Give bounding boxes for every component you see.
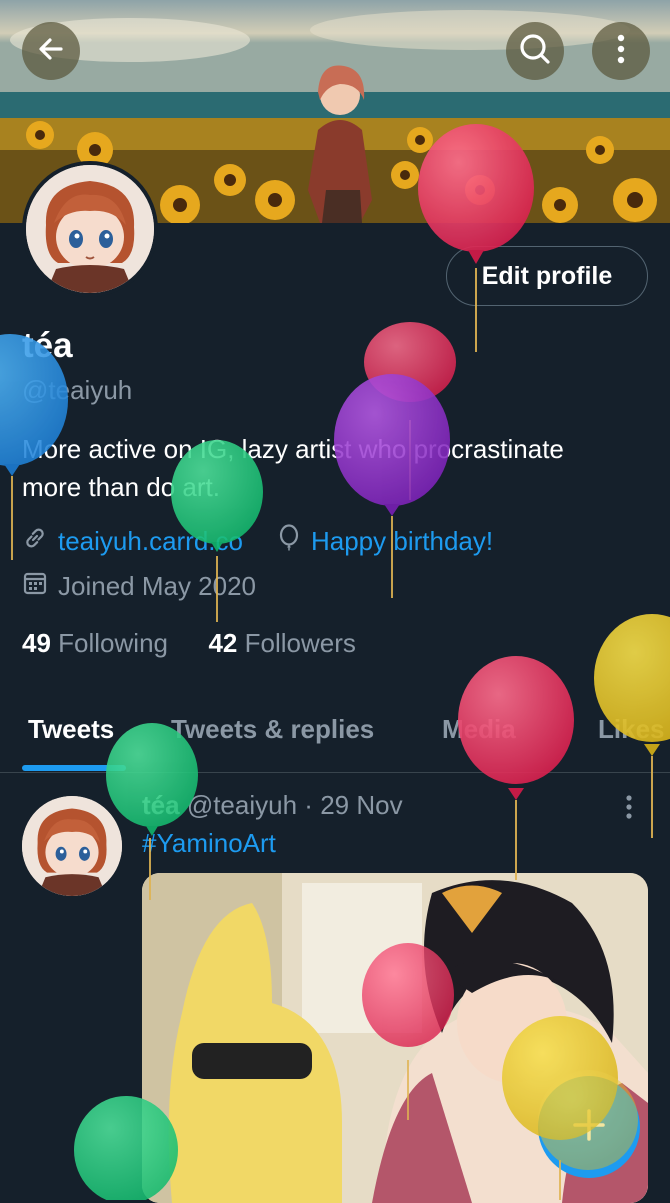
birthday-text[interactable]: Happy birthday! <box>311 526 493 557</box>
profile-tabs: Tweets Tweets & replies Media Likes <box>0 700 670 773</box>
followers-link[interactable]: 42 Followers <box>208 628 355 658</box>
follow-stats: 49 Following 42 Followers <box>22 628 356 659</box>
calendar-icon <box>22 570 48 603</box>
compose-tweet-button[interactable] <box>538 1076 640 1178</box>
followers-label: Followers <box>244 628 356 658</box>
search-button[interactable] <box>506 22 564 80</box>
bio-line-1: More active on IG, lazy artist who procr… <box>22 434 564 464</box>
profile-name: téa <box>22 326 73 365</box>
active-tab-indicator <box>22 765 126 771</box>
search-icon <box>518 32 552 71</box>
edit-profile-button[interactable]: Edit profile <box>446 246 648 306</box>
profile-avatar[interactable] <box>22 161 158 297</box>
tweet-author-handle: @teaiyuh <box>186 790 298 820</box>
tweet-header: téa @teaiyuh · 29 Nov <box>142 790 403 821</box>
tweet-author-avatar[interactable] <box>22 796 122 896</box>
tab-tweets-replies[interactable]: Tweets & replies <box>171 714 374 745</box>
joined-date: Joined May 2020 <box>58 571 257 601</box>
profile-bio: More active on IG, lazy artist who procr… <box>22 430 632 506</box>
following-label: Following <box>58 628 168 658</box>
tab-media[interactable]: Media <box>442 714 516 745</box>
tweet-author-name[interactable]: téa <box>142 790 180 820</box>
profile-website-link[interactable]: teaiyuh.carrd.co <box>58 526 243 557</box>
tweet-separator: · <box>304 790 313 820</box>
following-count: 49 <box>22 628 51 658</box>
tweet-hashtag[interactable]: #YaminoArt <box>142 828 276 859</box>
link-icon <box>22 525 48 558</box>
tweet-more-button[interactable] <box>624 794 634 827</box>
tab-likes[interactable]: Likes <box>598 714 665 745</box>
balloon-icon <box>277 524 301 559</box>
back-button[interactable] <box>22 22 80 80</box>
plus-icon <box>569 1105 609 1150</box>
joined-row: Joined May 2020 <box>22 570 256 603</box>
tab-tweets[interactable]: Tweets <box>28 714 114 745</box>
more-button[interactable] <box>592 22 650 80</box>
tweet-date: 29 Nov <box>320 790 403 820</box>
following-link[interactable]: 49 Following <box>22 628 168 658</box>
followers-count: 42 <box>208 628 238 658</box>
arrow-left-icon <box>35 33 67 70</box>
profile-meta-row: teaiyuh.carrd.co Happy birthday! <box>22 524 493 559</box>
more-vertical-icon <box>624 795 634 826</box>
profile-handle: @teaiyuh <box>22 375 133 405</box>
bio-line-2: more than do art. <box>22 472 220 502</box>
more-vertical-icon <box>616 33 626 70</box>
